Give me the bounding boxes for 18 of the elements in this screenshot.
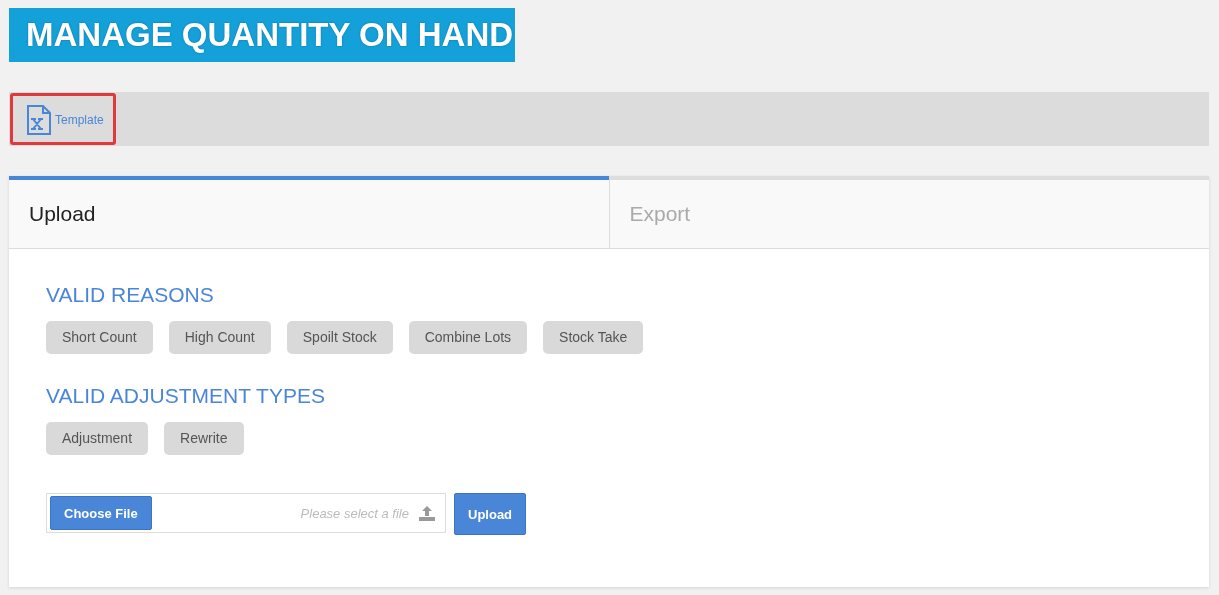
choose-file-button[interactable]: Choose File [50,496,152,530]
section-heading: VALID ADJUSTMENT TYPES [46,384,326,408]
upload-button[interactable]: Upload [454,493,527,535]
page-title: MANAGE QUANTITY ON HAND [9,8,515,62]
tag: Adjustment [46,422,149,455]
tag: High Count [168,321,271,354]
template-link[interactable]: Template [10,93,116,145]
tag: Combine Lots [408,321,528,354]
upload-icon [419,505,435,521]
section-heading: VALID REASONS [46,283,215,307]
tag: Spoilt Stock [286,321,393,354]
tag: Short Count [46,321,153,354]
tab[interactable]: Upload [9,176,609,248]
tag: Stock Take [543,321,644,354]
tab[interactable]: Export [608,176,1209,248]
file-input-field[interactable]: Choose File Please select a file [46,493,446,533]
tag: Rewrite [164,422,244,455]
spreadsheet-file-icon [27,105,51,135]
